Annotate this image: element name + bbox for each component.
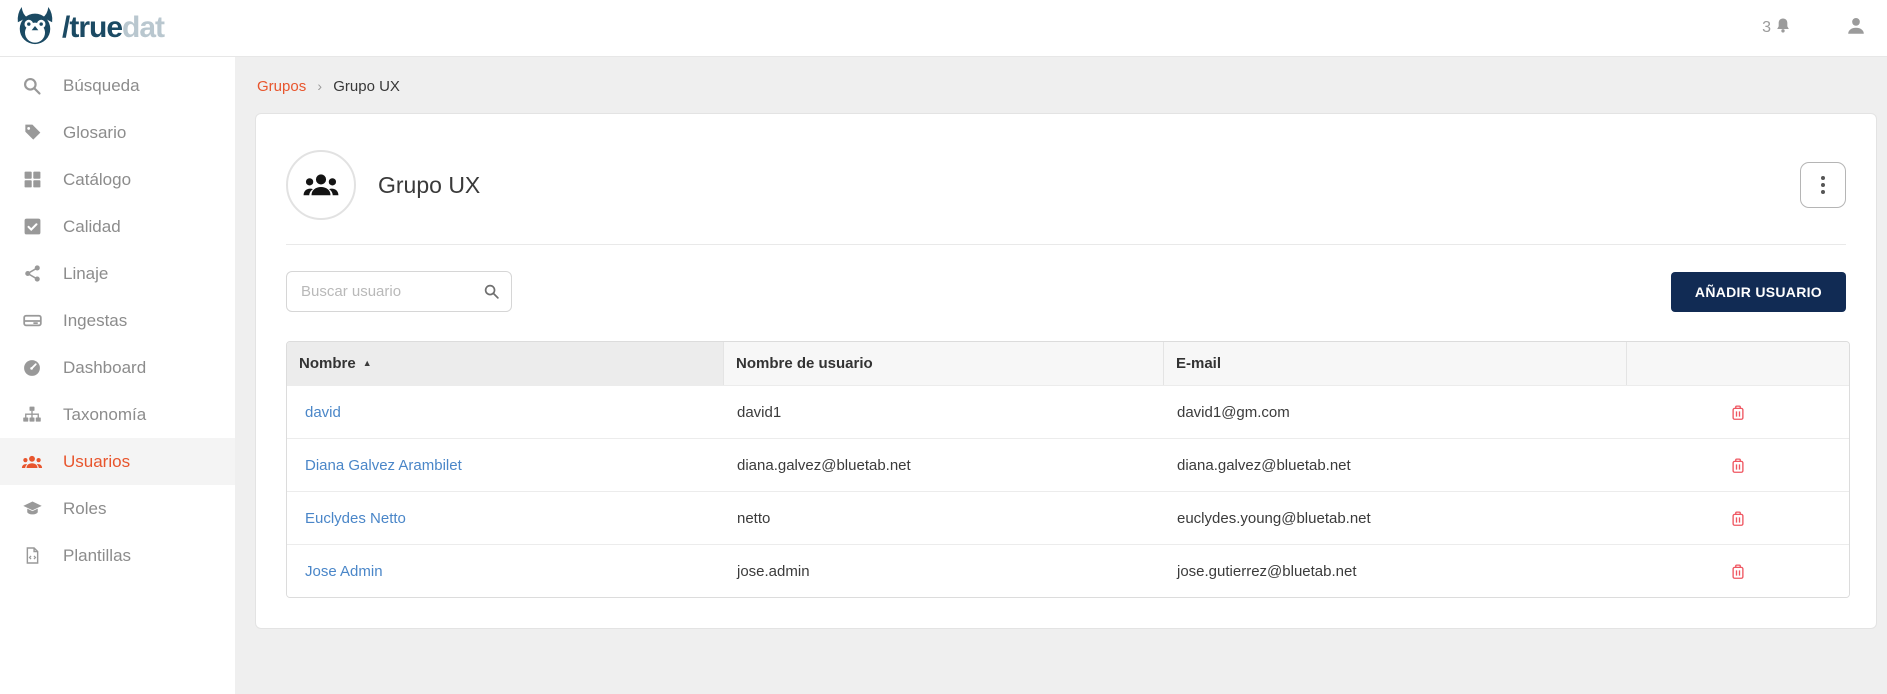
app-window: /truedat 3 <box>0 0 1887 694</box>
sidebar-item-busqueda[interactable]: Búsqueda <box>0 62 235 109</box>
user-name-link[interactable]: Jose Admin <box>305 563 383 580</box>
trash-icon <box>1729 562 1747 581</box>
user-name-link[interactable]: Diana Galvez Arambilet <box>305 457 462 474</box>
sidebar-item-label: Calidad <box>63 217 121 237</box>
user-email: jose.gutierrez@bluetab.net <box>1164 544 1627 597</box>
table-row: Diana Galvez Arambilet diana.galvez@blue… <box>287 438 1849 491</box>
delete-user-button[interactable] <box>1729 509 1747 528</box>
kebab-icon <box>1821 176 1825 180</box>
sidebar: Búsqueda Glosario Catá <box>0 57 235 694</box>
sidebar-item-label: Taxonomía <box>63 405 146 425</box>
column-header-email[interactable]: E-mail <box>1164 342 1627 385</box>
trash-icon <box>1729 456 1747 475</box>
sidebar-item-catalogo[interactable]: Catálogo <box>0 156 235 203</box>
sidebar-item-plantillas[interactable]: Plantillas <box>0 532 235 579</box>
bell-icon <box>1773 16 1793 41</box>
sidebar-item-label: Glosario <box>63 123 126 143</box>
search-icon <box>483 283 500 305</box>
breadcrumb: Grupos › Grupo UX <box>257 78 1887 95</box>
sitemap-icon <box>21 404 43 426</box>
search-icon <box>21 75 43 97</box>
sidebar-item-label: Búsqueda <box>63 76 140 96</box>
top-header: /truedat 3 <box>0 0 1887 57</box>
table-header-row: Nombre▲ Nombre de usuario E-mail <box>287 342 1849 385</box>
sort-asc-icon: ▲ <box>363 358 372 368</box>
search-input[interactable] <box>286 271 512 312</box>
table-row: Euclydes Netto netto euclydes.young@blue… <box>287 491 1849 544</box>
sidebar-item-label: Linaje <box>63 264 108 284</box>
sidebar-item-label: Plantillas <box>63 546 131 566</box>
group-users-icon <box>302 166 340 204</box>
user-email: david1@gm.com <box>1164 385 1627 438</box>
breadcrumb-grupos-link[interactable]: Grupos <box>257 78 306 95</box>
notification-count: 3 <box>1762 19 1771 37</box>
user-username: netto <box>724 491 1164 544</box>
sidebar-item-calidad[interactable]: Calidad <box>0 203 235 250</box>
truedat-logo[interactable]: /truedat <box>14 6 164 51</box>
sidebar-item-label: Usuarios <box>63 452 130 472</box>
file-code-icon <box>21 545 43 567</box>
user-menu-button[interactable] <box>1845 15 1867 42</box>
user-username: jose.admin <box>724 544 1164 597</box>
tag-icon <box>21 122 43 144</box>
group-avatar <box>286 150 356 220</box>
table-row: david david1 david1@gm.com <box>287 385 1849 438</box>
user-name-link[interactable]: david <box>305 404 341 421</box>
users-icon <box>21 451 43 473</box>
delete-user-button[interactable] <box>1729 456 1747 475</box>
grid-icon <box>21 169 43 191</box>
sidebar-item-roles[interactable]: Roles <box>0 485 235 532</box>
user-username: david1 <box>724 385 1164 438</box>
group-options-button[interactable] <box>1800 162 1846 208</box>
check-square-icon <box>21 216 43 238</box>
breadcrumb-current: Grupo UX <box>333 78 400 95</box>
column-header-nombre-usuario[interactable]: Nombre de usuario <box>724 342 1164 385</box>
sidebar-item-taxonomia[interactable]: Taxonomía <box>0 391 235 438</box>
sidebar-item-linaje[interactable]: Linaje <box>0 250 235 297</box>
sidebar-item-label: Ingestas <box>63 311 127 331</box>
trash-icon <box>1729 403 1747 422</box>
sidebar-item-usuarios[interactable]: Usuarios <box>0 438 235 485</box>
graduation-cap-icon <box>21 498 43 520</box>
gauge-icon <box>21 357 43 379</box>
owl-logo-icon <box>14 6 56 51</box>
users-table: Nombre▲ Nombre de usuario E-mail david d… <box>286 341 1850 598</box>
breadcrumb-separator: › <box>317 78 322 94</box>
content-area: Grupos › Grupo UX <box>235 57 1887 694</box>
user-email: diana.galvez@bluetab.net <box>1164 438 1627 491</box>
group-card: Grupo UX <box>255 113 1877 629</box>
page-title: Grupo UX <box>378 172 1800 199</box>
person-icon <box>1845 15 1867 37</box>
notifications-button[interactable]: 3 <box>1762 16 1793 41</box>
column-header-nombre[interactable]: Nombre▲ <box>287 342 724 385</box>
sidebar-item-glosario[interactable]: Glosario <box>0 109 235 156</box>
add-user-button[interactable]: AÑADIR USUARIO <box>1671 272 1846 312</box>
delete-user-button[interactable] <box>1729 562 1747 581</box>
delete-user-button[interactable] <box>1729 403 1747 422</box>
divider <box>286 244 1846 245</box>
sidebar-item-label: Catálogo <box>63 170 131 190</box>
share-icon <box>21 263 43 285</box>
sidebar-item-label: Dashboard <box>63 358 146 378</box>
user-username: diana.galvez@bluetab.net <box>724 438 1164 491</box>
sidebar-item-dashboard[interactable]: Dashboard <box>0 344 235 391</box>
trash-icon <box>1729 509 1747 528</box>
table-row: Jose Admin jose.admin jose.gutierrez@blu… <box>287 544 1849 597</box>
user-email: euclydes.young@bluetab.net <box>1164 491 1627 544</box>
sidebar-item-ingestas[interactable]: Ingestas <box>0 297 235 344</box>
server-icon <box>21 310 43 332</box>
sidebar-item-label: Roles <box>63 499 106 519</box>
column-header-actions <box>1627 342 1849 385</box>
user-name-link[interactable]: Euclydes Netto <box>305 510 406 527</box>
brand-text: /truedat <box>62 13 164 43</box>
